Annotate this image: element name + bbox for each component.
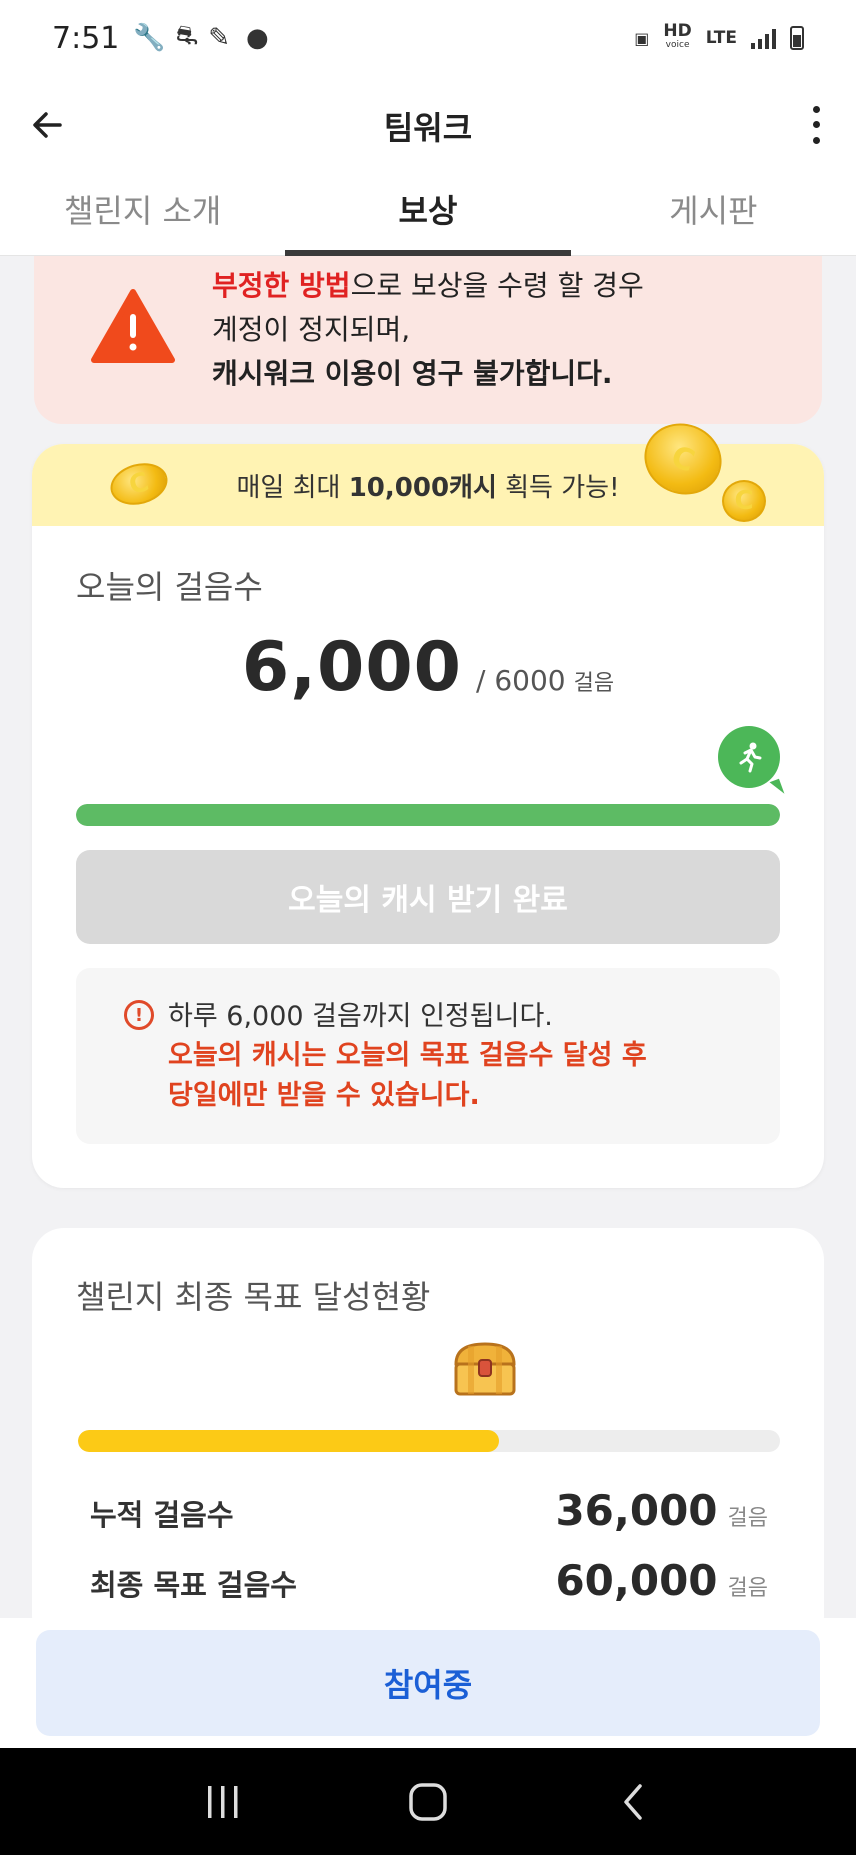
coin-icon-large bbox=[634, 412, 732, 506]
warning-highlight: 부정한 방법 bbox=[212, 269, 351, 302]
today-steps-card: 매일 최대 10,000캐시 획득 가능! 오늘의 걸음수 6,000 / 60… bbox=[32, 412, 824, 1188]
more-options-icon[interactable] bbox=[806, 102, 826, 148]
coin-icon bbox=[105, 457, 173, 511]
more-notifications-dot-icon: ● bbox=[246, 23, 269, 53]
warning-line-3: 캐시워크 이용이 영구 불가합니다. bbox=[212, 357, 613, 390]
today-steps-label: 오늘의 걸음수 bbox=[76, 568, 263, 606]
notice-warning: 오늘의 캐시는 오늘의 목표 걸음수 달성 후 당일에만 받을 수 있습니다. bbox=[168, 1040, 647, 1111]
treasure-chest-icon bbox=[450, 1340, 520, 1398]
app-bar: 팀워크 bbox=[0, 76, 856, 176]
status-time: 7:51 bbox=[52, 20, 120, 56]
challenge-progress-card: 챌린지 최종 목표 달성현황 누적 걸음수 36,000 걸음 최종 목표 걸음… bbox=[32, 1228, 824, 1648]
hd-voice-icon: HD voice bbox=[663, 21, 692, 51]
notice-box: ! 하루 6,000 걸음까지 인정됩니다. 오늘의 캐시는 오늘의 목표 걸음… bbox=[76, 968, 780, 1144]
tab-board[interactable]: 게시판 bbox=[571, 162, 856, 255]
today-progress-fill bbox=[76, 804, 780, 826]
challenge-progress-fill bbox=[78, 1430, 500, 1452]
warning-line-2: 계정이 정지되며, bbox=[212, 313, 411, 346]
steps-unit: 걸음 bbox=[573, 671, 615, 696]
status-bar: 7:51 🔧 ⛐ ✎ ● ▣ HD voice LTE bbox=[0, 0, 856, 76]
claim-cash-button[interactable]: 오늘의 캐시 받기 완료 bbox=[76, 850, 780, 944]
bottom-cta-area: 참여중 bbox=[0, 1618, 856, 1748]
recent-apps-icon[interactable] bbox=[193, 1772, 253, 1832]
status-notification-icons: 🔧 ⛐ ✎ ● bbox=[133, 21, 268, 55]
tab-bar: 챌린지 소개 보상 게시판 bbox=[0, 162, 856, 256]
tab-reward[interactable]: 보상 bbox=[285, 162, 571, 256]
back-nav-icon[interactable] bbox=[603, 1772, 663, 1832]
warning-triangle-icon bbox=[90, 288, 176, 368]
warning-card: 부정한 방법으로 보상을 수령 할 경우 계정이 정지되며, 캐시워크 이용이 … bbox=[34, 256, 822, 424]
back-arrow-icon[interactable] bbox=[26, 102, 72, 148]
tab-challenge-intro[interactable]: 챌린지 소개 bbox=[0, 162, 285, 255]
app-notification-icon-2: ✎ bbox=[208, 23, 230, 53]
status-right-icons: ▣ HD voice LTE bbox=[634, 21, 804, 52]
coin-icon-small bbox=[722, 480, 766, 522]
promo-text: 매일 최대 10,000캐시 획득 가능! bbox=[236, 472, 620, 503]
challenge-title: 챌린지 최종 목표 달성현황 bbox=[76, 1278, 431, 1316]
wrench-icon: 🔧 bbox=[133, 23, 166, 53]
lte-icon: LTE bbox=[705, 28, 737, 48]
battery-icon bbox=[790, 26, 804, 50]
alert-circle-icon: ! bbox=[124, 1000, 154, 1030]
notice-line-1: 하루 6,000 걸음까지 인정됩니다. bbox=[168, 1001, 553, 1032]
today-progress-bar bbox=[76, 804, 780, 826]
app-notification-icon: ⛐ bbox=[175, 21, 199, 51]
today-steps-count: 6,000 / 6000 걸음 bbox=[32, 628, 824, 707]
system-nav-bar bbox=[0, 1748, 856, 1855]
running-person-icon bbox=[718, 726, 780, 788]
signal-icon bbox=[751, 27, 776, 49]
steps-value: 6,000 bbox=[241, 628, 462, 707]
home-icon[interactable] bbox=[398, 1772, 458, 1832]
page-title: 팀워크 bbox=[383, 109, 473, 147]
promo-banner: 매일 최대 10,000캐시 획득 가능! bbox=[32, 412, 824, 526]
warning-text: 부정한 방법으로 보상을 수령 할 경우 계정이 정지되며, 캐시워크 이용이 … bbox=[212, 264, 644, 396]
accumulated-steps-row: 누적 걸음수 36,000 걸음 bbox=[90, 1486, 768, 1535]
steps-goal: / 6000 bbox=[476, 664, 566, 697]
sync-icon: ▣ bbox=[634, 28, 650, 48]
participating-button[interactable]: 참여중 bbox=[36, 1630, 820, 1736]
final-goal-steps-row: 최종 목표 걸음수 60,000 걸음 bbox=[90, 1556, 768, 1605]
challenge-progress-bar bbox=[78, 1430, 780, 1452]
